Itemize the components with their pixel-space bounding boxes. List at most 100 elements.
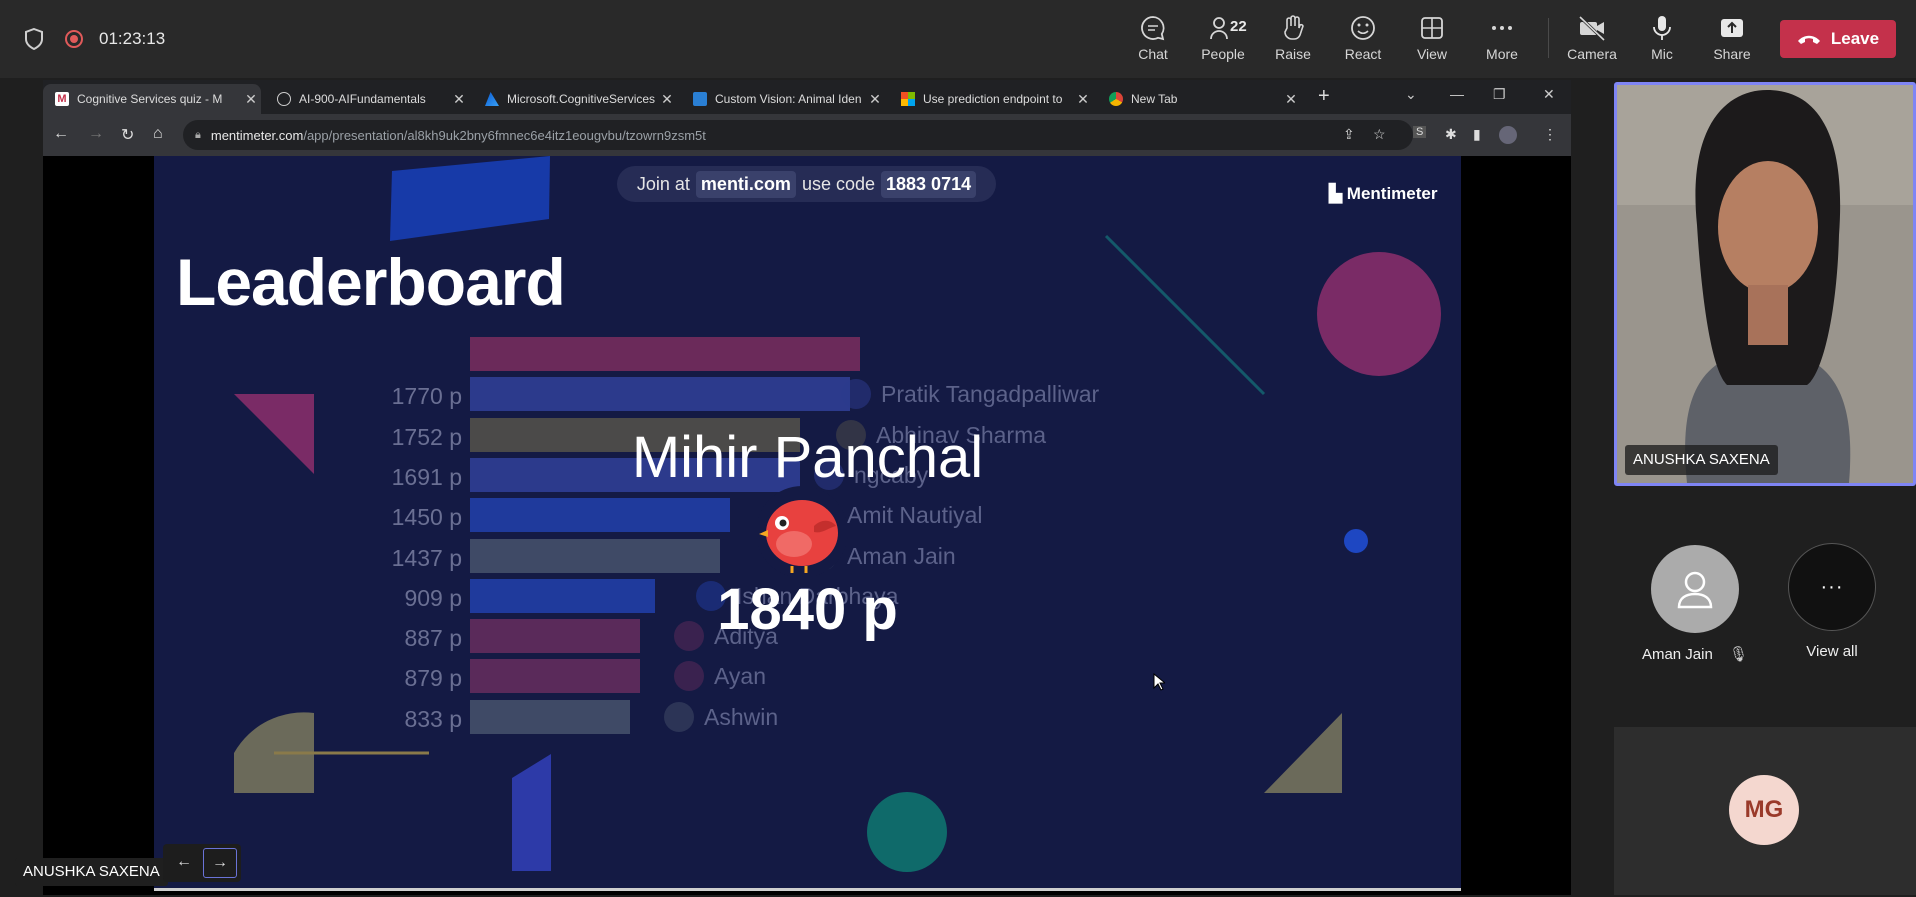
maximize-icon[interactable]: ❐ [1493,86,1506,103]
winner-points: 1840 p [717,577,898,642]
back-icon[interactable]: ← [53,125,69,143]
extensions-puzzle-icon[interactable]: ✱ [1445,126,1457,143]
more-participants-icon: ··· [1788,543,1876,631]
azure-icon [485,92,499,106]
leaderboard-title: Leaderboard [176,245,566,319]
leaderboard-bar [470,498,730,533]
profile-avatar[interactable] [1499,126,1517,144]
view-all-participants-button[interactable]: ··· View all [1772,543,1892,660]
leaderboard-bar [470,377,850,412]
mentimeter-favicon-icon: M [55,92,69,106]
participant-aman-jain[interactable]: Aman Jain 🎙︎ [1635,545,1755,663]
browser-address-bar: ← → ↻ ⌂ 🔒︎ mentimeter.com/app/presentati… [43,114,1571,156]
url-field[interactable]: 🔒︎ mentimeter.com/app/presentation/al8kh… [183,120,1413,150]
previous-slide-button[interactable]: ← [167,848,201,878]
mentimeter-slide: Join at menti.com use code 1883 0714 ▙ M… [154,156,1461,891]
leaderboard-row: 879 p Ayan [154,659,1461,699]
close-tab-icon[interactable]: ✕ [1281,91,1301,108]
browser-tab[interactable]: Microsoft.CognitiveServices ✕ [473,84,677,114]
mentimeter-logo: ▙ Mentimeter [1329,184,1438,203]
raise-hand-icon [1284,15,1304,40]
shield-icon [25,28,43,50]
presenter-name-tag: ANUSHKA SAXENA [15,858,168,886]
browser-tab[interactable]: New Tab ✕ [1097,84,1301,114]
home-icon[interactable]: ⌂ [153,125,163,143]
leaderboard-row [154,337,1461,377]
leaderboard-points: 833 p [404,705,462,732]
share-page-icon[interactable]: ⇪ [1343,126,1355,143]
mouse-cursor-icon [1153,673,1165,691]
join-instructions: Join at menti.com use code 1883 0714 [617,166,996,202]
browser-menu-icon[interactable]: ⋮ [1543,126,1557,143]
leaderboard-avatar-icon [841,379,871,410]
react-icon [1351,16,1375,40]
person-icon [1677,571,1713,609]
leaderboard-bar [470,538,720,573]
raise-hand-button[interactable]: Raise [1260,12,1326,68]
self-video-name-tag: ANUSHKA SAXENA [1625,445,1778,475]
bookmark-star-icon[interactable]: ☆ [1373,126,1386,143]
leaderboard-avatar-icon [664,701,694,732]
participant-avatar [1651,545,1739,633]
camera-button[interactable]: Camera [1559,12,1625,68]
new-tab-icon[interactable]: + [1318,85,1330,108]
leaderboard-bar [470,699,630,734]
participant-video-frame [1617,85,1913,483]
decor-circle [867,792,947,872]
mic-button[interactable]: Mic [1629,12,1695,68]
globe-icon [277,92,291,106]
browser-tab[interactable]: M Cognitive Services quiz - M ✕ [43,84,261,114]
tab-search-icon[interactable]: ⌄ [1405,86,1417,103]
close-tab-icon[interactable]: ✕ [1073,91,1093,108]
chat-icon [1141,16,1165,41]
mic-icon [1653,16,1671,40]
extension-s-icon[interactable]: S [1413,126,1427,138]
share-button[interactable]: Share [1699,12,1765,68]
chat-button[interactable]: Chat [1120,12,1186,68]
next-slide-button[interactable]: → [203,848,237,878]
hang-up-icon [1797,35,1820,44]
winner-name: Mihir Panchal [631,425,984,490]
browser-tab[interactable]: AI-900-AIFundamentals ✕ [265,84,469,114]
close-window-icon[interactable]: ✕ [1543,86,1555,103]
recording-indicator-icon [65,30,83,48]
browser-tab[interactable]: Custom Vision: Animal Iden ✕ [681,84,885,114]
leaderboard-points: 879 p [404,665,462,692]
self-video-tile[interactable] [1614,82,1916,486]
close-tab-icon[interactable]: ✕ [241,91,261,108]
participant-initials-avatar: MG [1729,775,1799,845]
leaderboard-row: 1770 p Pratik Tangadpalliwar [154,377,1461,417]
bird-avatar-icon [756,486,848,578]
decor-shape [390,156,550,241]
close-tab-icon[interactable]: ✕ [657,91,677,108]
camera-off-icon [1578,15,1606,42]
close-tab-icon[interactable]: ✕ [449,91,469,108]
share-icon [1721,19,1743,37]
side-panel-icon[interactable]: ▮ [1473,126,1481,143]
muted-mic-icon: 🎙︎ [1729,646,1749,663]
people-button[interactable]: 22 People [1190,12,1256,68]
leaderboard-bar [470,337,860,371]
leaderboard-avatar-icon [674,661,704,692]
react-button[interactable]: React [1330,12,1396,68]
slide-navigation: ← → [163,844,241,882]
more-icon [1492,26,1512,30]
close-tab-icon[interactable]: ✕ [865,91,885,108]
leaderboard-name: Pratik Tangadpalliwar [881,381,1100,408]
more-button[interactable]: More [1469,12,1535,68]
browser-tab[interactable]: Use prediction endpoint to ✕ [889,84,1093,114]
view-button[interactable]: View [1399,12,1465,68]
meeting-controls-bar: 01:23:13 Chat 22 People Raise React View… [0,0,1916,78]
forward-icon[interactable]: → [88,125,104,143]
leaderboard-bar [470,659,640,694]
reload-icon[interactable]: ↻ [121,125,134,145]
leaderboard-points: 1450 p [391,504,462,531]
participant-tile-mg[interactable]: MG [1614,727,1916,895]
microsoft-logo-icon [901,92,915,106]
chrome-icon [1109,92,1123,106]
toolbar-divider [1548,18,1549,58]
slide-progress-line [154,888,1461,891]
minimize-icon[interactable]: — [1450,86,1464,102]
leaderboard-row: 833 p Ashwin [154,699,1461,740]
leave-button[interactable]: Leave [1780,20,1896,58]
